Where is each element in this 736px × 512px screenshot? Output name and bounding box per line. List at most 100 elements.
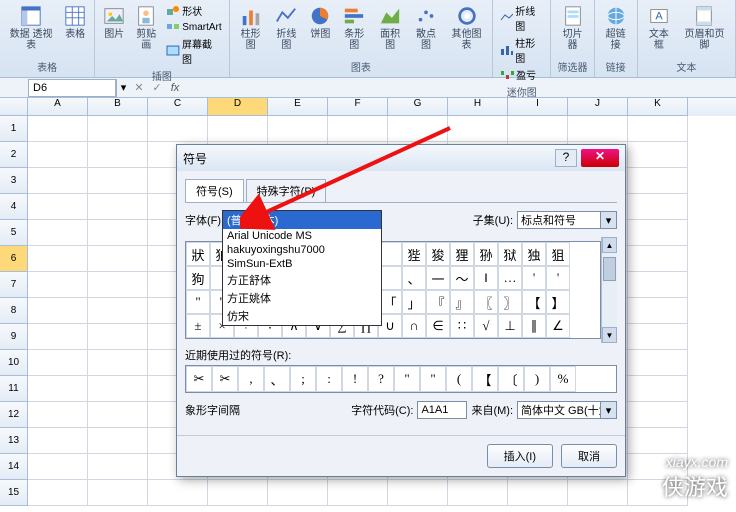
cell[interactable]: [208, 480, 268, 506]
cell[interactable]: [28, 428, 88, 454]
symbol-cell[interactable]: 」: [402, 290, 426, 314]
symbol-cell[interactable]: ∈: [426, 314, 450, 338]
smartart-button[interactable]: SmartArt: [163, 19, 224, 35]
clipart-button[interactable]: 剪贴画: [131, 2, 161, 53]
row-header[interactable]: 2: [0, 142, 28, 168]
symbol-cell[interactable]: 狸: [450, 242, 474, 266]
cell[interactable]: [28, 298, 88, 324]
row-header[interactable]: 4: [0, 194, 28, 220]
cell[interactable]: [28, 454, 88, 480]
table-button[interactable]: 表格: [60, 2, 90, 42]
cell[interactable]: [628, 298, 688, 324]
name-box[interactable]: D6: [28, 79, 116, 97]
scroll-thumb[interactable]: [603, 257, 616, 281]
column-header[interactable]: B: [88, 98, 148, 116]
close-button[interactable]: ✕: [581, 149, 619, 167]
cell[interactable]: [628, 402, 688, 428]
symbol-cell[interactable]: ": [186, 290, 210, 314]
cell[interactable]: [268, 480, 328, 506]
recent-symbol-cell[interactable]: :: [316, 366, 342, 392]
symbol-cell[interactable]: 狴: [402, 242, 426, 266]
cell[interactable]: [508, 116, 568, 142]
cell[interactable]: [628, 480, 688, 506]
column-header[interactable]: I: [508, 98, 568, 116]
cell[interactable]: [628, 194, 688, 220]
slicer-button[interactable]: 切片器: [555, 2, 589, 53]
cell[interactable]: [88, 350, 148, 376]
cell[interactable]: [28, 142, 88, 168]
tab-symbols[interactable]: 符号(S): [185, 179, 244, 202]
cell[interactable]: [508, 480, 568, 506]
cell[interactable]: [28, 168, 88, 194]
cell[interactable]: [328, 480, 388, 506]
cell[interactable]: [28, 402, 88, 428]
recent-symbols[interactable]: ✂✂,、;:!?""(【〔)%: [185, 365, 617, 393]
symbol-cell[interactable]: ∷: [450, 314, 474, 338]
row-header[interactable]: 8: [0, 298, 28, 324]
help-button[interactable]: ?: [555, 149, 577, 167]
row-header[interactable]: 15: [0, 480, 28, 506]
textbox-button[interactable]: A文本框: [642, 2, 676, 53]
recent-symbol-cell[interactable]: ": [394, 366, 420, 392]
recent-symbol-cell[interactable]: ,: [238, 366, 264, 392]
symbol-cell[interactable]: 狱: [498, 242, 522, 266]
symbol-cell[interactable]: 独: [522, 242, 546, 266]
area-chart-button[interactable]: 面积图: [373, 2, 407, 53]
cell[interactable]: [448, 116, 508, 142]
symbol-cell[interactable]: 狻: [426, 242, 450, 266]
cell[interactable]: [148, 480, 208, 506]
symbol-cell[interactable]: 狲: [474, 242, 498, 266]
subset-combo[interactable]: 标点和符号▾: [517, 211, 617, 229]
from-combo[interactable]: 简体中文 GB(十六▾: [517, 401, 617, 419]
char-code-input[interactable]: A1A1: [417, 401, 467, 419]
line-chart-button[interactable]: 折线图: [270, 2, 304, 53]
row-header[interactable]: 9: [0, 324, 28, 350]
recent-symbol-cell[interactable]: ✂: [186, 366, 212, 392]
cell[interactable]: [28, 116, 88, 142]
column-header[interactable]: F: [328, 98, 388, 116]
column-header[interactable]: J: [568, 98, 628, 116]
recent-symbol-cell[interactable]: ✂: [212, 366, 238, 392]
cell[interactable]: [628, 272, 688, 298]
chevron-down-icon[interactable]: ▾: [600, 402, 616, 418]
name-box-dropdown[interactable]: ▾: [116, 79, 130, 97]
symbol-cell[interactable]: …: [498, 266, 522, 290]
row-header[interactable]: 10: [0, 350, 28, 376]
row-header[interactable]: 13: [0, 428, 28, 454]
symbol-cell[interactable]: 『: [426, 290, 450, 314]
cell[interactable]: [88, 116, 148, 142]
cell[interactable]: [28, 220, 88, 246]
picture-button[interactable]: 图片: [99, 2, 129, 42]
cell[interactable]: [628, 350, 688, 376]
cell[interactable]: [28, 350, 88, 376]
cell[interactable]: [628, 246, 688, 272]
cell[interactable]: [88, 298, 148, 324]
symbol-cell[interactable]: ': [522, 266, 546, 290]
symbol-cell[interactable]: √: [474, 314, 498, 338]
recent-symbol-cell[interactable]: (: [446, 366, 472, 392]
cell[interactable]: [388, 480, 448, 506]
cell[interactable]: [628, 142, 688, 168]
pivot-table-button[interactable]: 数据 透视表: [4, 2, 58, 53]
cancel-button[interactable]: 取消: [561, 444, 617, 468]
symbol-cell[interactable]: ': [546, 266, 570, 290]
cell[interactable]: [148, 116, 208, 142]
symbol-cell[interactable]: ∩: [402, 314, 426, 338]
recent-symbol-cell[interactable]: %: [550, 366, 576, 392]
cell[interactable]: [88, 142, 148, 168]
symbol-cell[interactable]: 〗: [498, 290, 522, 314]
column-header[interactable]: D: [208, 98, 268, 116]
dropdown-item[interactable]: 方正舒体: [223, 271, 381, 289]
symbol-cell[interactable]: 』: [450, 290, 474, 314]
symbol-cell[interactable]: 一: [426, 266, 450, 290]
cell[interactable]: [88, 246, 148, 272]
column-header[interactable]: A: [28, 98, 88, 116]
cell[interactable]: [88, 428, 148, 454]
cell[interactable]: [448, 480, 508, 506]
cell[interactable]: [208, 116, 268, 142]
screenshot-button[interactable]: 屏幕截图: [163, 35, 224, 67]
cell[interactable]: [88, 376, 148, 402]
symbol-cell[interactable]: 【: [522, 290, 546, 314]
other-chart-button[interactable]: 其他图表: [445, 2, 488, 53]
cell[interactable]: [568, 116, 628, 142]
